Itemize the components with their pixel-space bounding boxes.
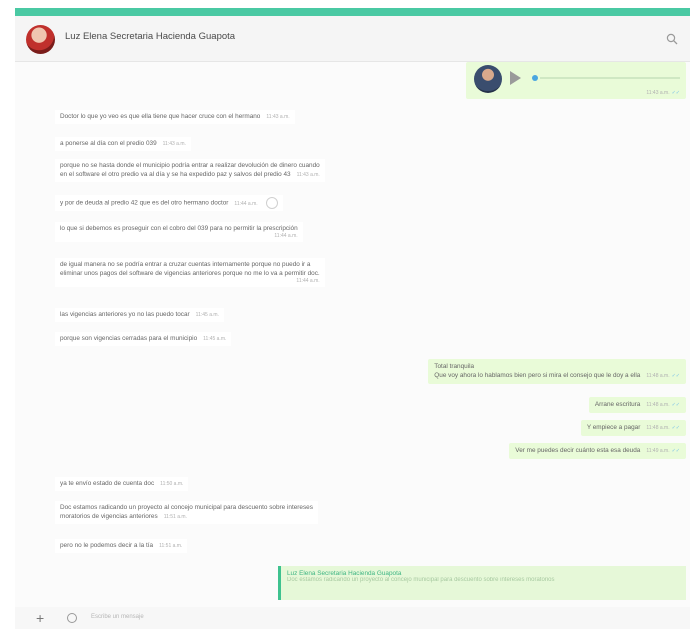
message-input[interactable]: Escribe un mensaje	[91, 614, 144, 620]
play-icon[interactable]	[510, 71, 521, 85]
compose-bar: + Escribe un mensaje	[15, 607, 690, 629]
emoji-icon[interactable]	[67, 613, 77, 623]
incoming-message: pero no le podemos decir a la tía 11:51 a…	[55, 539, 188, 553]
top-accent-bar	[15, 8, 690, 16]
incoming-message: porque son vigencias cerradas para el mu…	[55, 332, 232, 346]
read-ticks-icon: ✓✓	[671, 373, 680, 379]
incoming-message: lo que si debemos es proseguir con el co…	[55, 222, 303, 242]
incoming-message: ya te envío estado de cuenta doc 11:50 a.…	[55, 477, 189, 491]
incoming-message: las vigencias anteriores yo no las puedo…	[55, 308, 224, 322]
voice-note-time: 11:43 a.m. ✓✓	[646, 90, 680, 96]
outgoing-message: Y empiece a pagar 11:48 a.m. ✓✓	[580, 420, 686, 436]
read-ticks-icon: ✓✓	[671, 448, 680, 454]
contact-avatar[interactable]	[26, 25, 55, 54]
outgoing-message: Arrane escritura 11:48 a.m. ✓✓	[588, 397, 686, 413]
quote-author: Luz Elena Secretaria Hacienda Guapota	[287, 570, 402, 577]
voice-note-avatar	[474, 65, 502, 93]
outgoing-message: Ver me puedes decir cuánto esta esa deud…	[509, 443, 686, 459]
voice-note-bubble: 11:43 a.m. ✓✓	[466, 62, 686, 99]
read-ticks-icon: ✓✓	[671, 425, 680, 431]
read-ticks-icon: ✓✓	[671, 90, 680, 96]
voice-progress-handle[interactable]	[532, 75, 538, 81]
voice-progress-track[interactable]	[540, 77, 680, 79]
quote-text: Doc estamos radicando un proyecto al con…	[287, 577, 555, 583]
loading-icon	[265, 197, 278, 209]
reply-quote[interactable]: Luz Elena Secretaria Hacienda Guapota Do…	[278, 566, 686, 600]
incoming-message: y por de deuda al predio 42 que es del o…	[55, 195, 283, 211]
search-icon[interactable]	[666, 33, 678, 45]
incoming-message: Doctor lo que yo veo es que ella tiene q…	[55, 110, 295, 124]
read-ticks-icon: ✓✓	[671, 402, 680, 408]
contact-name[interactable]: Luz Elena Secretaria Hacienda Guapota	[65, 31, 235, 42]
outgoing-message: Total tranquila Que voy ahora lo hablamo…	[428, 359, 686, 384]
incoming-message: a ponerse al día con el predio 039 11:43 …	[55, 137, 191, 151]
plus-icon[interactable]: +	[36, 611, 44, 625]
incoming-message: porque no se hasta donde el municipio po…	[55, 159, 325, 182]
incoming-message: de igual manera no se podría entrar a cr…	[55, 258, 325, 287]
message-list[interactable]: 11:43 a.m. ✓✓ Doctor lo que yo veo es que…	[15, 62, 690, 607]
chat-header: Luz Elena Secretaria Hacienda Guapota	[15, 16, 690, 62]
incoming-message: Doc estamos radicando un proyecto al con…	[55, 501, 318, 524]
